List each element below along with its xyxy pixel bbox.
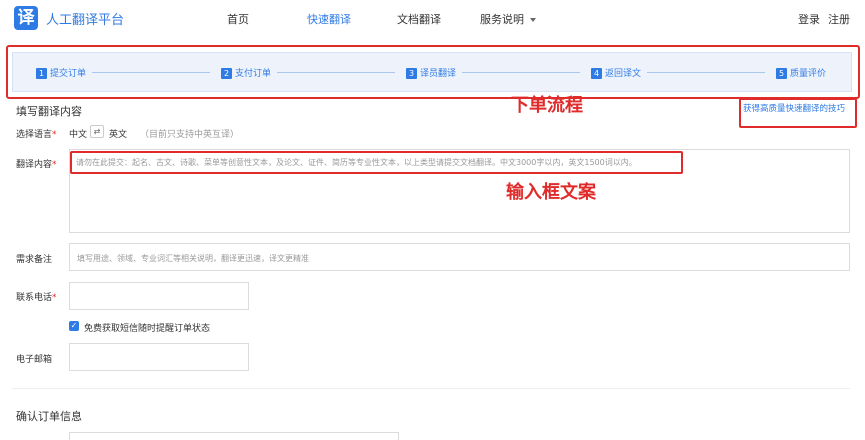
brand-name[interactable]: 人工翻译平台 bbox=[46, 9, 124, 28]
email-label: 电子邮箱 bbox=[16, 355, 53, 365]
sms-checkbox-label[interactable]: 免费获取短信随时提醒订单状态 bbox=[84, 321, 210, 334]
confirm-field[interactable] bbox=[69, 432, 399, 440]
remark-label: 需求备注 bbox=[16, 255, 53, 265]
section-title-confirm: 确认订单信息 bbox=[16, 410, 82, 423]
login-link[interactable]: 登录 bbox=[798, 11, 820, 27]
step-connector bbox=[277, 72, 395, 73]
section-title-content: 填写翻译内容 bbox=[16, 105, 82, 118]
email-input[interactable] bbox=[69, 343, 249, 371]
step-review: 5 质量评价 bbox=[776, 66, 826, 79]
step-connector bbox=[462, 72, 580, 73]
nav-service-info-label: 服务说明 bbox=[480, 13, 524, 26]
step-connector bbox=[647, 72, 765, 73]
annotation-input: 输入框文案 bbox=[506, 182, 596, 203]
content-placeholder: 请勿在此提交：起名、古文、诗歌、菜单等创意性文本，及论文、证件、简历等专业性文本… bbox=[76, 158, 637, 167]
step-pay-order: 2 支付订单 bbox=[221, 66, 271, 79]
content-label: 翻译内容* bbox=[16, 160, 57, 170]
source-language[interactable]: 中文 bbox=[69, 127, 87, 140]
logo-icon[interactable]: 译 bbox=[14, 6, 38, 30]
sms-checkbox[interactable]: ✓ bbox=[69, 321, 79, 331]
phone-input[interactable] bbox=[69, 282, 249, 310]
nav-quick-translate[interactable]: 快速翻译 bbox=[307, 11, 351, 27]
annotation-flow: 下单流程 bbox=[511, 95, 583, 116]
tips-link[interactable]: 获得高质量快速翻译的技巧 bbox=[743, 102, 845, 114]
target-language[interactable]: 英文 bbox=[109, 127, 127, 140]
language-label: 选择语言* bbox=[16, 130, 57, 140]
nav-document-translate[interactable]: 文档翻译 bbox=[397, 11, 441, 27]
top-header: 译 人工翻译平台 首页 快速翻译 文档翻译 服务说明 登录 注册 bbox=[0, 0, 865, 38]
remark-placeholder: 填写用途、领域、专业词汇等相关说明，翻译更迅速，译文更精准 bbox=[77, 254, 309, 263]
section-divider bbox=[12, 388, 850, 389]
step-connector bbox=[92, 72, 210, 73]
language-note: （目前只支持中英互译） bbox=[140, 130, 240, 140]
swap-language-icon[interactable]: ⇄ bbox=[90, 125, 104, 138]
step-submit-order: 1 提交订单 bbox=[36, 66, 86, 79]
step-translator: 3 译员翻译 bbox=[406, 66, 456, 79]
nav-home[interactable]: 首页 bbox=[227, 11, 249, 27]
phone-label: 联系电话* bbox=[16, 293, 57, 303]
register-link[interactable]: 注册 bbox=[828, 11, 850, 27]
chevron-down-icon bbox=[530, 18, 536, 22]
step-return: 4 返回译文 bbox=[591, 66, 641, 79]
nav-service-info[interactable]: 服务说明 bbox=[480, 11, 536, 27]
